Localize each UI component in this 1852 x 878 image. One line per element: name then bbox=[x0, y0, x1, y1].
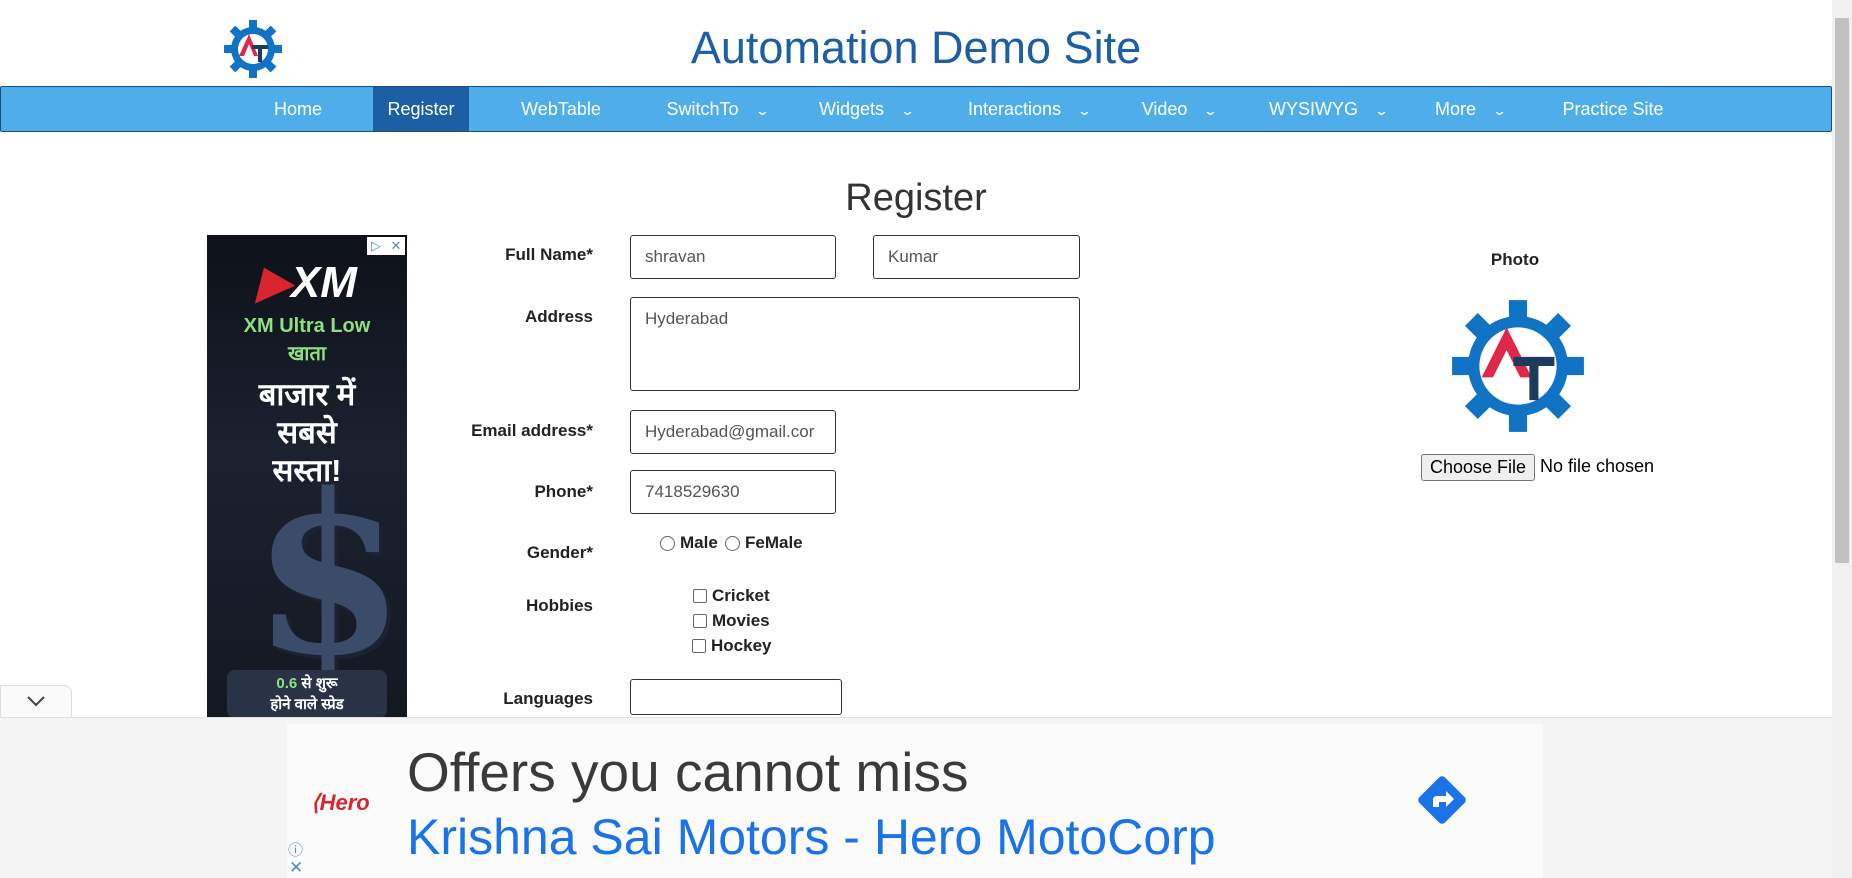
hobby-movies-option[interactable]: Movies bbox=[693, 611, 770, 631]
languages-multiselect[interactable] bbox=[630, 679, 842, 715]
xm-brand-text: XM bbox=[290, 258, 357, 307]
gender-female-option[interactable]: FeMale bbox=[725, 533, 803, 553]
photo-preview-logo-icon bbox=[1445, 291, 1591, 441]
nav-home[interactable]: Home bbox=[259, 87, 337, 131]
nav-register[interactable]: Register bbox=[373, 87, 469, 131]
nav-interactions[interactable]: Interactions ⌄ bbox=[959, 87, 1099, 131]
hero-brand-text: Hero bbox=[319, 790, 370, 815]
ad-line-2: खाता bbox=[287, 343, 327, 365]
nav-webtable-label: WebTable bbox=[521, 99, 601, 119]
hobby-hockey-label: Hockey bbox=[711, 636, 772, 655]
nav-register-label: Register bbox=[387, 99, 455, 119]
gender-label: Gender* bbox=[526, 543, 593, 562]
ad-line-3: बाजार में bbox=[258, 377, 356, 412]
photo-label: Photo bbox=[1490, 250, 1540, 269]
page-title: Register bbox=[845, 177, 987, 219]
ad-line-1: XM Ultra Low bbox=[243, 315, 371, 337]
languages-label: Languages bbox=[503, 689, 593, 708]
nav-webtable[interactable]: WebTable bbox=[509, 87, 613, 131]
address-label: Address bbox=[524, 307, 593, 326]
directions-arrow-icon[interactable] bbox=[1412, 770, 1472, 830]
hobby-movies-checkbox[interactable] bbox=[693, 614, 707, 628]
nav-practice-site[interactable]: Practice Site bbox=[1553, 87, 1673, 131]
side-advertisement[interactable]: ▷ ✕ ▶XM XM Ultra Low खाता बाजार में सबसे… bbox=[207, 235, 407, 717]
hobby-cricket-label: Cricket bbox=[712, 586, 770, 605]
chevron-down-icon: ⌄ bbox=[1491, 103, 1508, 118]
gender-female-label: FeMale bbox=[745, 533, 803, 552]
ad-info-icon[interactable]: ⓘ bbox=[288, 839, 303, 860]
chevron-down-icon: ⌄ bbox=[899, 103, 916, 118]
adchoices-icon[interactable]: ▷ bbox=[367, 237, 385, 255]
hobby-cricket-option[interactable]: Cricket bbox=[693, 586, 770, 606]
main-navbar: Home Register WebTable SwitchTo ⌄ Widgets… bbox=[0, 86, 1832, 132]
ad-subheadline-link[interactable]: Krishna Sai Motors - Hero MotoCorp bbox=[407, 808, 1216, 866]
no-file-chosen-text: No file chosen bbox=[1540, 456, 1655, 476]
nav-video[interactable]: Video ⌄ bbox=[1131, 87, 1227, 131]
scrollbar-thumb[interactable] bbox=[1835, 18, 1849, 563]
ad-headline[interactable]: Offers you cannot miss bbox=[407, 740, 968, 804]
nav-interactions-label: Interactions bbox=[968, 99, 1062, 119]
nav-wysiwyg[interactable]: WYSIWYG ⌄ bbox=[1263, 87, 1393, 131]
choose-file-button[interactable]: Choose File bbox=[1421, 454, 1535, 481]
gender-male-option[interactable]: Male bbox=[660, 533, 718, 553]
address-textarea[interactable]: Hyderabad bbox=[630, 297, 1080, 391]
nav-home-label: Home bbox=[273, 99, 322, 119]
nav-more[interactable]: More ⌄ bbox=[1425, 87, 1515, 131]
email-input[interactable]: Hyderabad@gmail.cor bbox=[630, 410, 836, 454]
chevron-down-icon: ⌄ bbox=[1373, 103, 1390, 118]
hobby-hockey-option[interactable]: Hockey bbox=[692, 636, 771, 656]
hobby-movies-label: Movies bbox=[712, 611, 770, 630]
nav-switchto-label: SwitchTo bbox=[666, 99, 739, 119]
ad-spread-value: 0.6 bbox=[276, 675, 298, 692]
hero-mark-icon: ⟨ bbox=[311, 790, 320, 815]
site-title: Automation Demo Site bbox=[690, 22, 1142, 73]
chevron-down-icon: ⌄ bbox=[1076, 103, 1093, 118]
nav-widgets-label: Widgets bbox=[819, 99, 885, 119]
nav-wysiwyg-label: WYSIWYG bbox=[1269, 99, 1359, 119]
ad-spread-box: 0.6 से शुरू होने वाले स्प्रेड bbox=[227, 670, 387, 717]
phone-label: Phone* bbox=[534, 482, 593, 501]
ad-collapse-toggle[interactable] bbox=[0, 685, 72, 717]
gender-male-radio[interactable] bbox=[660, 535, 675, 551]
gender-female-radio[interactable] bbox=[725, 535, 740, 551]
hobbies-label: Hobbies bbox=[525, 596, 593, 615]
ad-close-icon[interactable]: ✕ bbox=[289, 858, 303, 878]
hobby-hockey-checkbox[interactable] bbox=[692, 639, 706, 653]
gender-male-label: Male bbox=[680, 533, 718, 552]
hero-brand-logo: ⟨Hero bbox=[311, 790, 370, 816]
hobby-cricket-checkbox[interactable] bbox=[693, 589, 707, 603]
chevron-down-icon bbox=[26, 691, 46, 711]
chevron-down-icon: ⌄ bbox=[754, 103, 770, 118]
nav-video-label: Video bbox=[1141, 99, 1188, 119]
last-name-input[interactable]: Kumar bbox=[873, 235, 1080, 279]
nav-switchto[interactable]: SwitchTo ⌄ bbox=[657, 87, 777, 131]
phone-input[interactable]: 7418529630 bbox=[630, 470, 836, 514]
nav-more-label: More bbox=[1435, 99, 1477, 119]
email-label: Email address* bbox=[471, 421, 593, 440]
full-name-label: Full Name* bbox=[505, 245, 593, 264]
ad-spread-subtext: होने वाले स्प्रेड bbox=[270, 696, 344, 713]
first-name-input[interactable]: shravan bbox=[630, 235, 836, 279]
dollar-sign-icon: $ bbox=[252, 445, 406, 704]
nav-widgets[interactable]: Widgets ⌄ bbox=[811, 87, 921, 131]
xm-brand-logo: ▶XM bbox=[207, 257, 407, 308]
ad-spread-text: से शुरू bbox=[297, 675, 338, 692]
chevron-down-icon: ⌄ bbox=[1203, 103, 1219, 118]
xm-bull-icon: ▶ bbox=[257, 258, 291, 307]
nav-practice-site-label: Practice Site bbox=[1562, 99, 1664, 119]
